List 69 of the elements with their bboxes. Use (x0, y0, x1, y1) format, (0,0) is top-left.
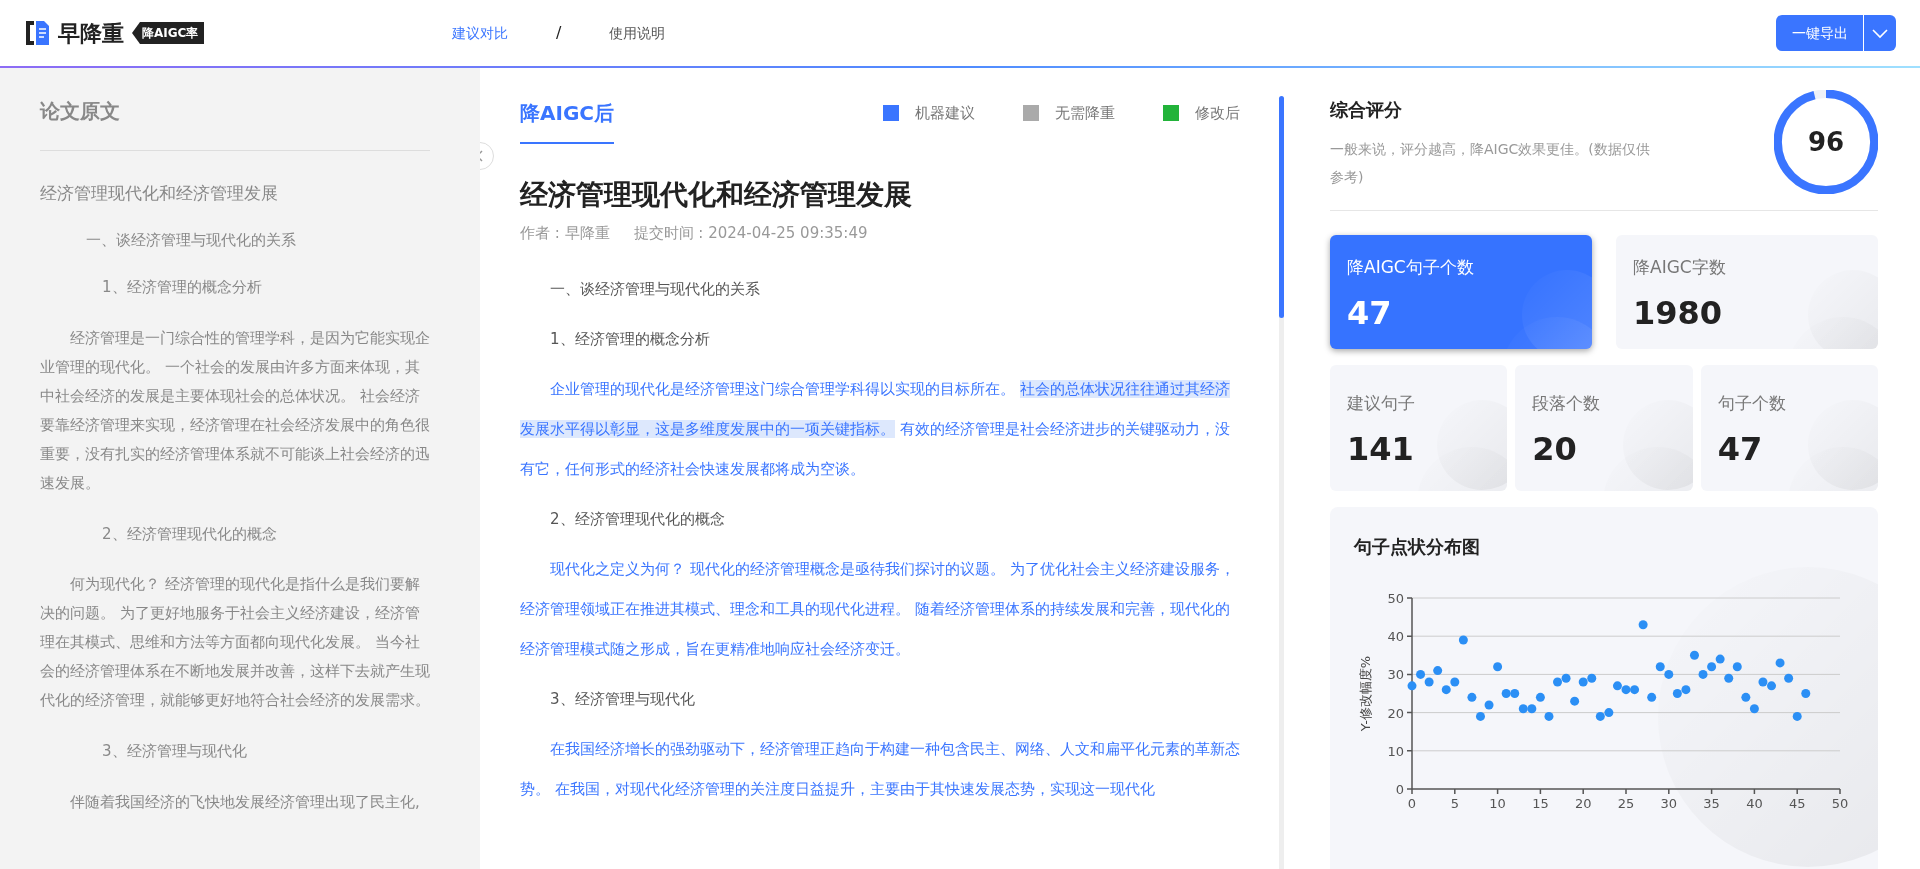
tick-label: 15 (1532, 796, 1549, 811)
score-ring: 96 (1774, 90, 1878, 194)
tick-label: 0 (1395, 782, 1404, 797)
paragraph: 何为现代化？ 经济管理的现代化是指什么是我们要解决的问题。 为了更好地服务于社会主义经济建设，经济管理在其模式、思维和方法等方面都向现代化发展。 当今社会的经济管理体系在不断地发展并改善，这样下去就产生现代化的经济管理，就能够更好地符合社会经济的发展需求。 (40, 574, 430, 711)
logo-icon (24, 19, 50, 47)
stat-card[interactable]: 降AIGC字数 1980 (1616, 235, 1878, 349)
stat-card[interactable]: 句子个数 47 (1700, 365, 1878, 491)
tick-label: 10 (1387, 743, 1404, 759)
tick-label: 10 (1489, 796, 1506, 811)
stat-label: 降AIGC字数 (1633, 256, 1727, 279)
dropdown-button[interactable] (1863, 15, 1896, 51)
section-heading: 2、经济管理现代化的概念 (101, 523, 278, 545)
nav-link[interactable]: 使用说明 (609, 22, 666, 44)
paragraph: 伴随着我国经济的飞快地发展经济管理出现了民主化, (69, 791, 421, 813)
section-heading: 3、经济管理与现代化 (101, 741, 248, 762)
axis-title: Y-修改幅度% (1358, 655, 1373, 732)
panel-title: 论文原文 (40, 96, 430, 151)
document-title: 经济管理现代化和经济管理发展 (40, 182, 279, 205)
hint-text: 一般来说，评分越高，降AIGC效果更佳。(数据仅供参考) (1330, 140, 1651, 187)
stat-value: 47 (1717, 428, 1764, 470)
tick-label: 45 (1788, 796, 1806, 811)
chevron-down-icon (1872, 28, 1888, 39)
paragraph: 现代化之定义为何？ 现代化的经济管理概念是亟待我们探讨的议题。 为了优化社会主义经济建设服务，经济管理领域正在推进其模式、理念和工具的现代化进程。 随着经济管理体系的持续发展和完善，现代化的经济管理模式随之形成，旨在更精准地响应社会经济变迁。 (520, 558, 1236, 660)
section-heading: 一、谈经济管理与现代化的关系 (85, 229, 297, 251)
legend-label: 机器建议 (915, 103, 975, 124)
stat-card[interactable]: 降AIGC句子个数 47 (1330, 235, 1592, 349)
legend-label: 无需降重 (1055, 103, 1115, 124)
tick-label: 50 (1831, 796, 1849, 811)
stat-label: 句子个数 (1717, 392, 1787, 415)
export-button[interactable]: 一键导出 (1776, 15, 1864, 51)
tick-label: 30 (1387, 667, 1404, 683)
tick-label: 20 (1574, 796, 1592, 811)
legend-label: 修改后 (1195, 103, 1240, 124)
stat-card[interactable]: 建议句子 141 (1330, 365, 1508, 491)
stat-value: 20 (1532, 428, 1578, 470)
section-heading: 1、经济管理的概念分析 (549, 328, 711, 350)
tick-label: 40 (1387, 629, 1404, 645)
author-text: 作者 : 早降重 (520, 223, 610, 244)
tick-label: 25 (1617, 796, 1635, 811)
logo-text: 早降重 (58, 19, 124, 48)
section-heading: 2、经济管理现代化的概念 (549, 508, 726, 530)
logo-tag: 降AIGC率 (132, 22, 205, 44)
stat-value: 1980 (1633, 292, 1724, 334)
tick-label: 20 (1387, 705, 1404, 721)
submit-time: 提交时间 : 2024-04-25 09:35:49 (633, 223, 868, 244)
nav-separator: / (556, 22, 562, 44)
tick-label: 5 (1450, 796, 1459, 811)
document-title: 经济管理现代化和经济管理发展 (520, 177, 913, 213)
stat-label: 降AIGC句子个数 (1347, 256, 1475, 279)
tick-label: 30 (1660, 796, 1678, 811)
stat-value: 141 (1347, 428, 1415, 470)
section-heading: 1、经济管理的概念分析 (101, 277, 263, 298)
scrollbar-thumb[interactable] (1279, 96, 1284, 318)
tick-label: 35 (1703, 796, 1720, 811)
paragraph: 经济管理是一门综合性的管理学科，是因为它能实现企业管理的现代化。 一个社会的发展由许多方面来体现，其中社会经济的发展是主要体现社会的总体状况。 社会经济要靠经济管理来实现，经济管理在社会经济发展中的角色很重要，没有扎实的经济管理体系就不可能谈上社会经济的迅速发展。 (40, 327, 430, 494)
stat-card[interactable]: 段落个数 20 (1515, 365, 1693, 491)
section-heading: 一、谈经济管理与现代化的关系 (549, 278, 761, 300)
chart-title: 句子点状分布图 (1354, 535, 1481, 559)
paragraph: 在我国经济增长的强劲驱动下，经济管理正趋向于构建一种包含民主、网络、人文和扁平化元素的革新态势。 在我国，对现代化经济管理的关注度日益提升，主要由于其快速发展态势，实现这一现代化 (520, 738, 1240, 800)
result-tab[interactable]: 降AIGC后 (520, 98, 614, 144)
stat-value: 47 (1347, 292, 1393, 334)
tick-label: 0 (1407, 796, 1417, 811)
nav-link[interactable]: 建议对比 (452, 22, 508, 44)
stat-label: 建议句子 (1347, 392, 1416, 415)
section-title: 综合评分 (1330, 98, 1403, 122)
tick-label: 40 (1746, 796, 1763, 811)
tick-label: 50 (1387, 591, 1404, 606)
section-heading: 3、经济管理与现代化 (549, 688, 696, 710)
stat-label: 段落个数 (1532, 392, 1602, 415)
